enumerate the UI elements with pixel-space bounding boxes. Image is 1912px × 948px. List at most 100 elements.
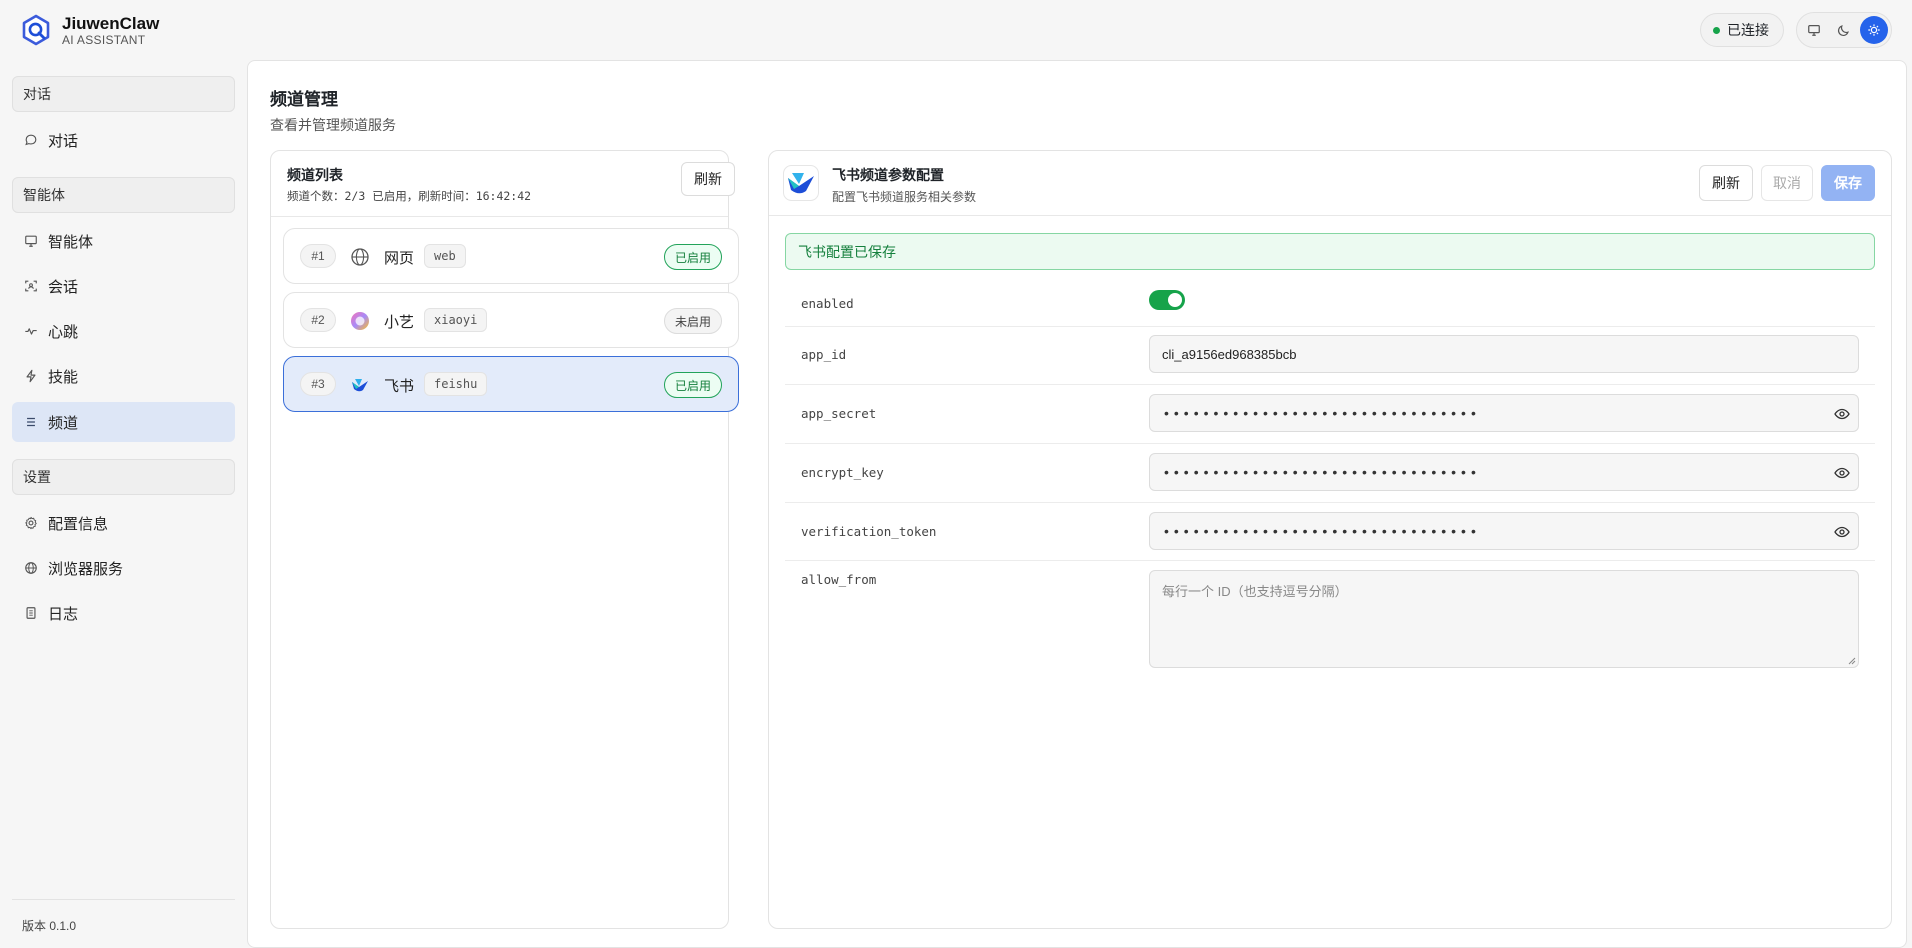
masked-value: •••••••••••••••••••••••••••••••• — [1164, 464, 1481, 480]
field-label-encrypt-key: encrypt_key — [801, 465, 884, 480]
enabled-toggle[interactable] — [1149, 290, 1185, 310]
sidebar: 对话 对话 智能体 智能体 会话 心跳 技能 频道 设置 配置信息 浏览器服务 … — [0, 60, 247, 948]
status-badge: 未启用 — [663, 308, 722, 334]
config-cancel-button[interactable]: 取消 — [1761, 165, 1813, 201]
channel-code-tag: feishu — [424, 372, 488, 396]
channel-list-refresh-button[interactable]: 刷新 — [681, 162, 735, 196]
allow-from-textarea[interactable]: 每行一个 ID（也支持逗号分隔） — [1149, 570, 1859, 668]
config-save-button[interactable]: 保存 — [1821, 165, 1875, 201]
brand: JiuwenClaw AI ASSISTANT — [20, 14, 159, 47]
light-theme-button[interactable] — [1860, 16, 1888, 44]
page-subtitle: 查看并管理频道服务 — [270, 117, 396, 133]
status-dot-icon — [1713, 26, 1720, 34]
config-refresh-button[interactable]: 刷新 — [1699, 165, 1753, 201]
moon-icon — [1838, 25, 1849, 36]
sidebar-item-chat[interactable]: 对话 — [12, 120, 235, 160]
sidebar-item-browser-service[interactable]: 浏览器服务 — [12, 548, 235, 588]
top-bar: JiuwenClaw AI ASSISTANT 已连接 — [0, 0, 1912, 60]
app-logo-icon — [22, 14, 50, 46]
sidebar-item-label: 会话 — [48, 278, 79, 296]
sidebar-item-config[interactable]: 配置信息 — [12, 503, 235, 543]
feishu-icon — [349, 374, 371, 396]
xiaoyi-icon — [349, 310, 371, 332]
app-id-input[interactable]: cli_a9156ed968385bcb — [1149, 335, 1859, 373]
channel-number-badge: #2 — [300, 308, 336, 332]
main-content: 频道管理 查看并管理频道服务 频道列表 频道个数：2/3 已启用，刷新时间：16… — [247, 60, 1907, 948]
channel-code-tag: xiaoyi — [424, 308, 488, 332]
textarea-placeholder: 每行一个 ID（也支持逗号分隔） — [1162, 584, 1348, 599]
globe-icon — [349, 246, 371, 268]
divider — [785, 560, 1875, 561]
connection-status-label: 已连接 — [1727, 22, 1769, 38]
connection-status-badge: 已连接 — [1700, 13, 1784, 47]
sidebar-item-label: 心跳 — [48, 323, 79, 341]
lightning-icon — [24, 369, 38, 383]
monitor-icon — [24, 234, 38, 248]
pulse-icon — [24, 324, 38, 338]
divider — [769, 215, 1891, 216]
divider — [785, 443, 1875, 444]
field-label-enabled: enabled — [801, 296, 854, 311]
channel-config-panel: 飞书频道参数配置 配置飞书频道服务相关参数 刷新 取消 保存 飞书配置已保存 e… — [768, 150, 1892, 929]
sun-icon — [1868, 24, 1880, 36]
sidebar-item-logs[interactable]: 日志 — [12, 593, 235, 633]
divider — [785, 502, 1875, 503]
sidebar-section-chat[interactable]: 对话 — [12, 76, 235, 112]
sidebar-item-sessions[interactable]: 会话 — [12, 266, 235, 306]
channel-name: 飞书 — [384, 378, 415, 395]
encrypt-key-input[interactable]: •••••••••••••••••••••••••••••••• — [1149, 453, 1859, 491]
sidebar-item-agents[interactable]: 智能体 — [12, 221, 235, 261]
sidebar-item-label: 日志 — [48, 605, 79, 623]
channel-number-badge: #3 — [300, 372, 336, 396]
channel-name: 网页 — [384, 250, 415, 267]
field-label-app-secret: app_secret — [801, 406, 877, 421]
verification-token-input[interactable]: •••••••••••••••••••••••••••••••• — [1149, 512, 1859, 550]
eye-icon[interactable] — [1834, 524, 1850, 540]
config-panel-title: 飞书频道参数配置 — [832, 167, 944, 183]
sidebar-item-label: 对话 — [48, 132, 79, 150]
channel-row-feishu[interactable]: #3 飞书 feishu 已启用 — [283, 356, 739, 412]
app-subtitle: AI ASSISTANT — [62, 32, 146, 47]
sidebar-item-channels[interactable]: 频道 — [12, 402, 235, 442]
sidebar-item-label: 技能 — [48, 368, 79, 386]
masked-value: •••••••••••••••••••••••••••••••• — [1164, 405, 1481, 421]
channel-list-meta: 频道个数：2/3 已启用，刷新时间：16:42:42 — [287, 189, 532, 203]
desktop-icon — [1808, 25, 1820, 36]
page-title: 频道管理 — [270, 90, 338, 109]
toggle-knob — [1168, 293, 1182, 307]
app-name: JiuwenClaw — [62, 13, 160, 33]
dark-theme-button[interactable] — [1830, 16, 1858, 44]
sidebar-item-skills[interactable]: 技能 — [12, 356, 235, 396]
document-icon — [24, 606, 38, 620]
sidebar-item-label: 配置信息 — [48, 515, 109, 533]
divider — [785, 384, 1875, 385]
eye-icon[interactable] — [1834, 465, 1850, 481]
status-badge: 已启用 — [663, 372, 722, 398]
channel-code-tag: web — [424, 244, 466, 268]
sidebar-divider — [12, 899, 235, 900]
masked-value: •••••••••••••••••••••••••••••••• — [1164, 523, 1481, 539]
sidebar-section-agents[interactable]: 智能体 — [12, 177, 235, 213]
app-secret-input[interactable]: •••••••••••••••••••••••••••••••• — [1149, 394, 1859, 432]
sidebar-item-label: 智能体 — [48, 233, 94, 251]
channel-row-web[interactable]: #1 网页 web 已启用 — [283, 228, 739, 284]
globe-icon — [24, 561, 38, 575]
channel-list-title: 频道列表 — [287, 167, 343, 183]
version-label: 版本 0.1.0 — [22, 919, 77, 933]
desktop-theme-button[interactable] — [1800, 16, 1828, 44]
sidebar-item-heartbeat[interactable]: 心跳 — [12, 311, 235, 351]
channel-list-panel: 频道列表 频道个数：2/3 已启用，刷新时间：16:42:42 刷新 #1 网页… — [270, 150, 739, 929]
resize-handle-icon[interactable] — [1848, 657, 1856, 665]
eye-icon[interactable] — [1834, 406, 1850, 422]
channel-name: 小艺 — [384, 314, 415, 331]
field-label-verification-token: verification_token — [801, 524, 937, 539]
save-success-alert: 飞书配置已保存 — [785, 233, 1875, 270]
divider — [785, 326, 1875, 327]
channel-number-badge: #1 — [300, 244, 336, 268]
config-panel-subtitle: 配置飞书频道服务相关参数 — [832, 190, 977, 204]
field-label-app-id: app_id — [801, 347, 847, 362]
list-icon — [24, 415, 38, 429]
sidebar-item-label: 频道 — [48, 414, 79, 432]
sidebar-section-settings[interactable]: 设置 — [12, 459, 235, 495]
channel-row-xiaoyi[interactable]: #2 小艺 xiaoyi 未启用 — [283, 292, 739, 348]
